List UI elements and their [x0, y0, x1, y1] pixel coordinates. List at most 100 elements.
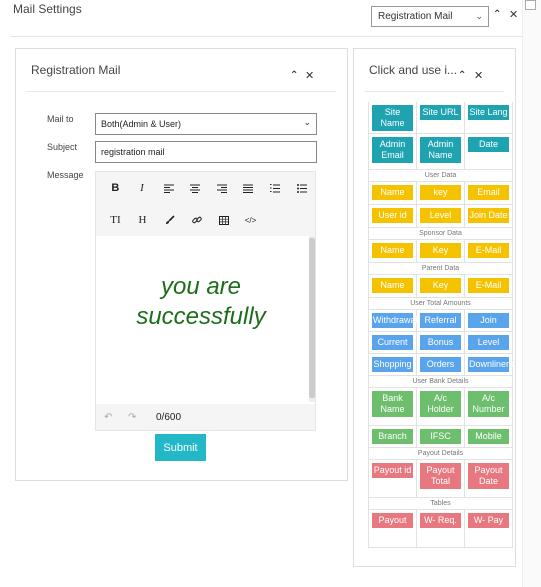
parent-key-tag[interactable]: Key	[420, 278, 461, 293]
variable-row: Payout W- Req. W- Pay	[368, 510, 541, 548]
variables-card-title: Click and use i...	[369, 63, 458, 77]
text-size-button[interactable]: TI	[102, 208, 129, 232]
brush-icon[interactable]	[156, 208, 183, 232]
user-email-tag[interactable]: Email	[468, 185, 509, 200]
variable-cell: Key	[417, 275, 465, 298]
variable-cell: W- Req.	[417, 510, 465, 548]
referral-tag[interactable]: Referral	[420, 313, 461, 328]
close-icon[interactable]: ✕	[474, 69, 483, 82]
sponsor-name-tag[interactable]: Name	[372, 243, 413, 258]
ac-number-tag[interactable]: A/c Number	[468, 391, 509, 417]
divider	[364, 91, 504, 92]
link-icon[interactable]	[183, 208, 210, 232]
collapse-icon[interactable]: ⌃	[493, 9, 501, 20]
template-select[interactable]: Registration Mail ⌄	[371, 6, 489, 27]
payout-date-tag[interactable]: Payout Date	[468, 463, 509, 489]
variable-cell: Name	[369, 240, 417, 263]
variable-cell: E-Mail	[465, 240, 513, 263]
withdrawal-tag[interactable]: Withdrawal	[372, 313, 418, 328]
variable-cell: Site Name	[369, 102, 417, 134]
char-count: 0/600	[156, 411, 182, 423]
date-tag[interactable]: Date	[468, 137, 509, 152]
divider	[10, 36, 523, 37]
code-icon[interactable]: </>	[237, 208, 264, 232]
payout-table-tag[interactable]: Payout	[372, 513, 413, 528]
user-id-tag[interactable]: User id	[372, 208, 413, 223]
variable-cell: Join Date	[465, 205, 513, 228]
editor-scrollbar[interactable]	[309, 236, 315, 402]
admin-email-tag[interactable]: Admin Email	[372, 137, 413, 163]
close-icon[interactable]: ✕	[509, 8, 518, 21]
italic-button[interactable]: I	[129, 176, 156, 200]
mail-to-select[interactable]: Both(Admin & User) ⌄	[95, 113, 317, 135]
sponsor-email-tag[interactable]: E-Mail	[468, 243, 509, 258]
align-left-icon[interactable]	[155, 176, 182, 200]
current-tag[interactable]: Current	[372, 335, 413, 350]
downliners-tag[interactable]: Downliners	[468, 357, 514, 372]
divider	[26, 91, 336, 92]
variable-row: Name Key E-Mail	[368, 240, 541, 263]
user-level-tag[interactable]: Level	[420, 208, 461, 223]
align-center-icon[interactable]	[182, 176, 209, 200]
variable-cell: Bank Name	[369, 388, 417, 426]
w-pay-tag[interactable]: W- Pay	[468, 513, 509, 528]
variable-cell: E-Mail	[465, 275, 513, 298]
variable-cell: Level	[465, 332, 513, 354]
ifsc-tag[interactable]: IFSC	[420, 429, 461, 444]
variable-row: User id Level Join Date	[368, 205, 541, 228]
bullet-list-icon[interactable]	[288, 176, 315, 200]
site-name-tag[interactable]: Site Name	[372, 105, 413, 131]
editor-text-line-1: you are	[160, 273, 242, 300]
ac-holder-tag[interactable]: A/c Holder	[420, 391, 461, 417]
orders-tag[interactable]: Orders	[420, 357, 461, 372]
site-url-tag[interactable]: Site URL	[420, 105, 461, 120]
mail-to-label: Mail to	[47, 114, 74, 124]
subject-value: registration mail	[101, 147, 165, 157]
join-tag[interactable]: Join	[468, 313, 509, 328]
user-name-tag[interactable]: Name	[372, 185, 413, 200]
align-right-icon[interactable]	[209, 176, 236, 200]
registration-mail-card: Registration Mail ⌃ ✕ Mail to Both(Admin…	[15, 48, 348, 481]
parent-email-tag[interactable]: E-Mail	[468, 278, 509, 293]
variable-cell: A/c Number	[465, 388, 513, 426]
chevron-down-icon: ⌄	[303, 117, 311, 127]
scrollbar-thumb[interactable]	[525, 0, 536, 10]
level-tag[interactable]: Level	[468, 335, 509, 350]
close-icon[interactable]: ✕	[305, 69, 314, 82]
subject-input[interactable]: registration mail	[95, 141, 317, 163]
user-key-tag[interactable]: key	[420, 185, 461, 200]
align-justify-icon[interactable]	[235, 176, 262, 200]
w-req-tag[interactable]: W- Req.	[420, 513, 461, 528]
bank-name-tag[interactable]: Bank Name	[372, 391, 413, 417]
section-label: Tables	[368, 498, 513, 510]
heading-button[interactable]: H	[129, 208, 156, 232]
shopping-tag[interactable]: Shopping	[372, 357, 413, 372]
payout-total-tag[interactable]: Payout Total	[420, 463, 461, 489]
variable-cell: Payout Date	[465, 460, 513, 498]
editor-content[interactable]: you are successfully	[96, 236, 315, 402]
redo-icon[interactable]: ↷	[128, 412, 152, 423]
collapse-icon[interactable]: ⌃	[290, 70, 298, 81]
editor-scrollbar-thumb[interactable]	[309, 238, 315, 398]
user-join-date-tag[interactable]: Join Date	[468, 208, 509, 223]
variable-row: Admin Email Admin Name Date	[368, 134, 541, 170]
collapse-icon[interactable]: ⌃	[458, 70, 466, 81]
payout-id-tag[interactable]: Payout id	[372, 463, 413, 478]
undo-icon[interactable]: ↶	[104, 412, 128, 423]
template-select-value: Registration Mail	[378, 11, 453, 22]
parent-name-tag[interactable]: Name	[372, 278, 413, 293]
sponsor-key-tag[interactable]: Key	[420, 243, 461, 258]
mobile-tag[interactable]: Mobile	[468, 429, 509, 444]
bold-button[interactable]: B	[102, 176, 129, 200]
ordered-list-icon[interactable]	[262, 176, 289, 200]
admin-name-tag[interactable]: Admin Name	[420, 137, 461, 163]
subject-label: Subject	[47, 142, 78, 152]
submit-button[interactable]: Submit	[155, 434, 206, 461]
site-lang-tag[interactable]: Site Lang	[468, 105, 509, 120]
variable-cell: Name	[369, 275, 417, 298]
variable-cell: Bonus	[417, 332, 465, 354]
table-icon[interactable]	[210, 208, 237, 232]
branch-tag[interactable]: Branch	[372, 429, 413, 444]
message-label: Message	[47, 170, 84, 180]
bonus-tag[interactable]: Bonus	[420, 335, 461, 350]
